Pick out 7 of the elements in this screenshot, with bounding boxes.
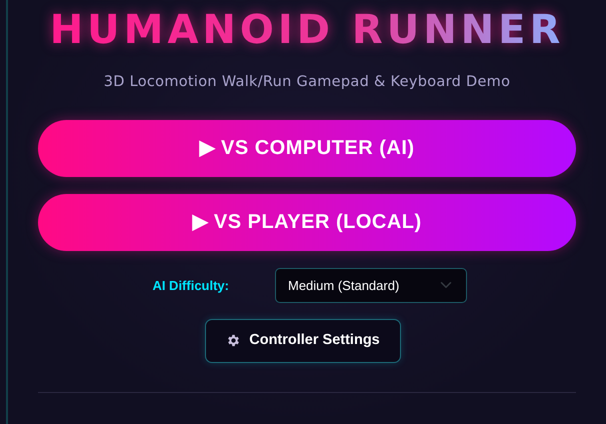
controller-settings-button[interactable]: Controller Settings <box>205 318 401 362</box>
gear-icon <box>226 333 242 348</box>
difficulty-select[interactable]: Medium (Standard) <box>275 268 467 303</box>
subtitle: 3D Locomotion Walk/Run Gamepad & Keyboard Demo <box>102 73 512 92</box>
difficulty-label: AI Difficulty: <box>151 276 230 295</box>
mode-button[interactable]: ▶ VS PLAYER (LOCAL) <box>38 194 576 251</box>
mode-button[interactable]: ▶ VS COMPUTER (AI) <box>38 120 576 177</box>
